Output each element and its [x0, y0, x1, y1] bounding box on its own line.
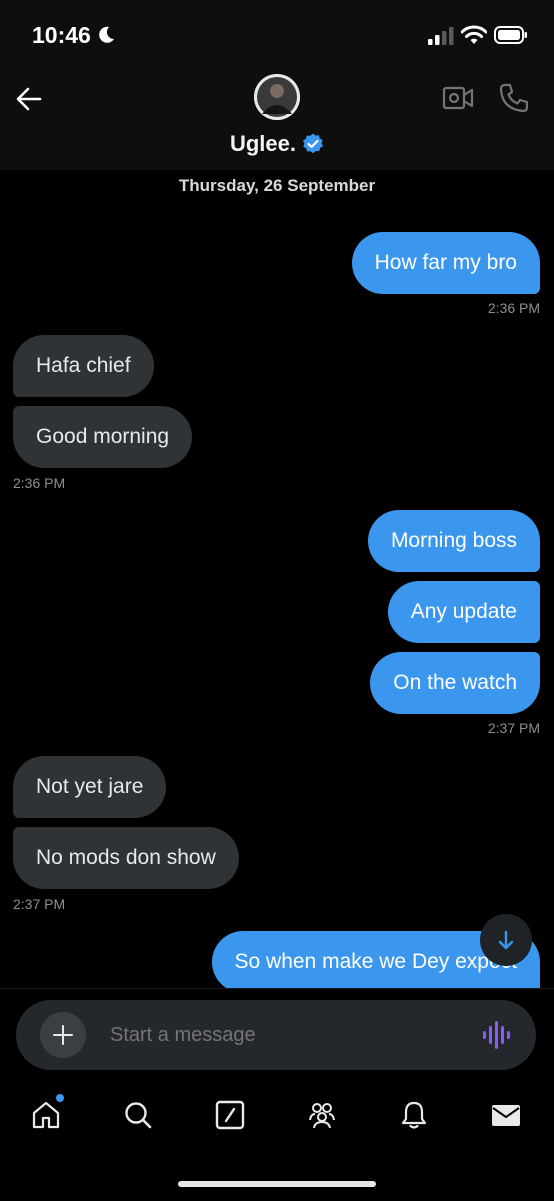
status-time: 10:46 — [32, 22, 91, 48]
nav-notifications[interactable] — [384, 1090, 444, 1150]
phone-call-icon[interactable] — [498, 82, 530, 114]
notification-dot — [56, 1094, 64, 1102]
video-call-icon[interactable] — [442, 84, 474, 112]
message-timestamp: 2:36 PM — [13, 475, 66, 491]
conversation-header: Uglee. — [0, 70, 554, 170]
message-bubble-outgoing[interactable]: Any update — [387, 581, 540, 643]
message-input[interactable] — [110, 1000, 450, 1070]
message-bubble-outgoing[interactable]: How far my bro — [351, 232, 540, 294]
message-timestamp: 2:37 PM — [13, 896, 66, 912]
contact-name: Uglee. — [229, 131, 297, 156]
message-bubble-incoming[interactable]: Not yet jare — [13, 756, 167, 818]
wifi-icon — [461, 25, 487, 44]
plus-icon — [53, 1025, 73, 1045]
add-attachment-button[interactable] — [40, 1012, 86, 1058]
scroll-to-bottom-button[interactable] — [480, 914, 532, 966]
grok-icon — [215, 1100, 245, 1130]
signal-icon — [428, 27, 454, 45]
search-icon — [125, 1102, 152, 1129]
communities-icon — [309, 1103, 335, 1129]
voice-message-icon[interactable] — [482, 1020, 512, 1050]
nav-grok[interactable] — [200, 1090, 260, 1150]
message-timestamp: 2:37 PM — [487, 720, 540, 736]
home-icon — [32, 1101, 60, 1129]
nav-messages[interactable] — [476, 1090, 536, 1150]
battery-icon — [494, 26, 527, 44]
nav-communities[interactable] — [292, 1090, 352, 1150]
contact-title[interactable]: Uglee. — [0, 131, 554, 157]
bottom-navigation — [0, 1090, 554, 1150]
back-arrow-icon[interactable] — [14, 84, 44, 114]
notifications-icon — [401, 1101, 427, 1129]
message-bubble-incoming[interactable]: Good morning — [13, 406, 193, 468]
status-bar: 10:46 — [0, 0, 554, 70]
arrow-down-icon — [498, 930, 514, 950]
message-composer — [16, 1000, 536, 1070]
messages-icon — [492, 1105, 520, 1126]
message-bubble-incoming[interactable]: Hafa chief — [13, 335, 154, 397]
message-bubble-outgoing[interactable]: On the watch — [370, 652, 540, 714]
avatar[interactable] — [254, 74, 300, 120]
home-indicator — [178, 1181, 376, 1187]
nav-home[interactable] — [16, 1090, 76, 1150]
message-timestamp: 2:36 PM — [487, 300, 540, 316]
message-bubble-outgoing[interactable]: Morning boss — [367, 510, 540, 572]
date-separator: Thursday, 26 September — [178, 176, 376, 195]
nav-search[interactable] — [108, 1090, 168, 1150]
message-bubble-incoming[interactable]: No mods don show — [13, 827, 239, 889]
moon-icon — [99, 26, 114, 43]
verified-badge-icon — [303, 133, 324, 154]
